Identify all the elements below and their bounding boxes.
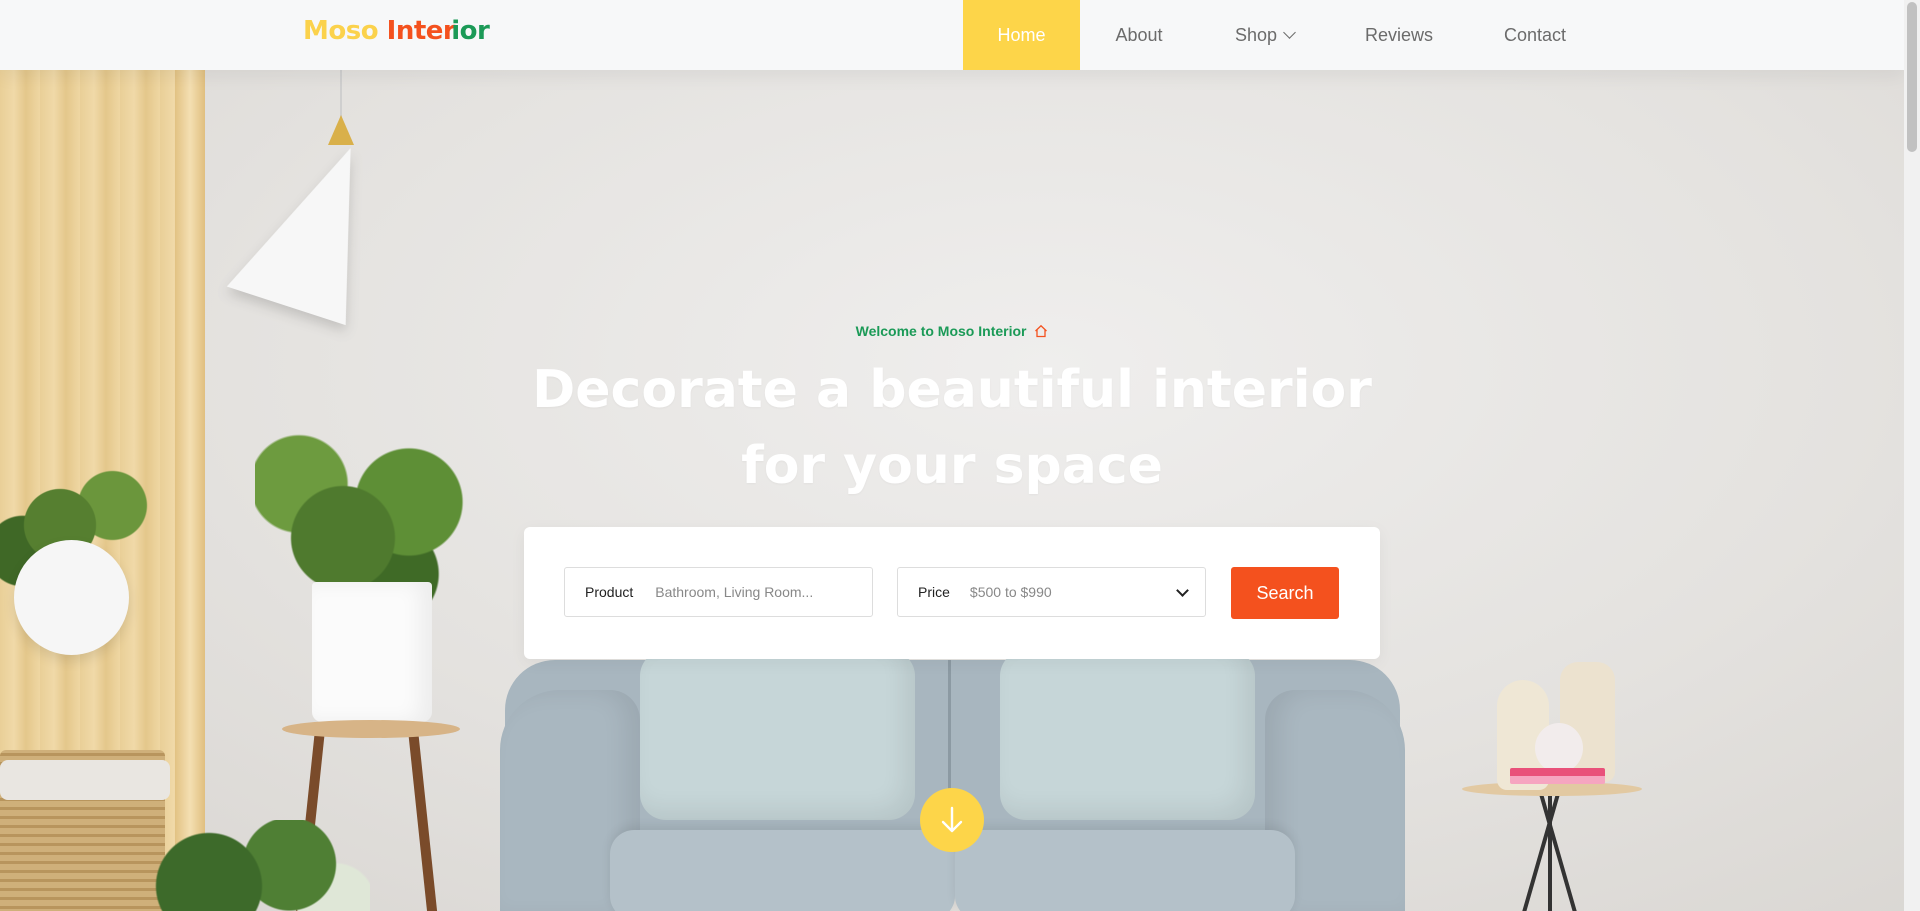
- sofa-pillow-right-image: [1000, 650, 1255, 820]
- scrollbar-thumb[interactable]: [1907, 2, 1917, 152]
- nav-about[interactable]: About: [1080, 0, 1198, 70]
- main-nav: Home About Shop Reviews Contact: [963, 0, 1603, 70]
- nav-shop[interactable]: Shop: [1198, 0, 1331, 70]
- lamp-cord-image: [340, 70, 342, 118]
- lamp-cap-image: [328, 115, 354, 145]
- price-label: Price: [918, 584, 950, 600]
- pendant-lamp-image: [226, 124, 399, 326]
- books-image: [1510, 768, 1605, 784]
- logo-word-1: Moso: [303, 16, 379, 46]
- product-field[interactable]: Product: [564, 567, 873, 617]
- welcome-text: Welcome to Moso Interior: [855, 323, 1027, 339]
- vase-image: [1535, 723, 1583, 773]
- sofa-cushion-left-image: [610, 830, 955, 911]
- product-input[interactable]: [653, 583, 828, 601]
- stool-leg-image: [408, 734, 438, 911]
- scroll-down-button[interactable]: [920, 788, 984, 852]
- product-label: Product: [585, 584, 634, 600]
- welcome-tagline: Welcome to Moso Interior: [0, 323, 1904, 339]
- nav-reviews[interactable]: Reviews: [1331, 0, 1467, 70]
- chevron-down-icon: [1283, 26, 1296, 39]
- headline-line-2: for your space: [741, 436, 1163, 496]
- nav-home[interactable]: Home: [963, 0, 1080, 70]
- sofa-cushion-right-image: [955, 830, 1295, 911]
- plant-pot-image: [312, 582, 432, 722]
- side-table-top-image: [1462, 782, 1642, 796]
- side-table-leg-image: [1514, 794, 1560, 911]
- headline-line-1: Decorate a beautiful interior: [532, 360, 1372, 420]
- nav-contact[interactable]: Contact: [1467, 0, 1603, 70]
- price-select[interactable]: Price $500 to $990: [897, 567, 1206, 617]
- logo[interactable]: Moso Interior: [303, 16, 490, 46]
- side-table-leg-image: [1548, 792, 1552, 911]
- side-table-leg-image: [1539, 794, 1585, 911]
- floor-plant-image: [140, 820, 370, 911]
- search-button[interactable]: Search: [1231, 567, 1339, 619]
- wall-planter-image: [14, 540, 129, 655]
- logo-word-2b: ior: [451, 16, 490, 46]
- home-icon: [1035, 324, 1048, 338]
- nav-shop-label: Shop: [1234, 25, 1278, 45]
- stool-top-image: [282, 720, 460, 738]
- sofa-pillow-left-image: [640, 650, 915, 820]
- chevron-down-icon: [1176, 583, 1189, 597]
- search-card: Product Price $500 to $990 Search: [524, 527, 1380, 659]
- page-scrollbar[interactable]: [1904, 0, 1920, 911]
- logo-word-2a: Inter: [386, 16, 456, 46]
- basket-liner-image: [0, 760, 170, 800]
- price-selected-value: $500 to $990: [969, 584, 1052, 600]
- hero-headline: Decorate a beautiful interior for your s…: [0, 352, 1904, 504]
- site-header: Moso Interior Home About Shop Reviews Co…: [0, 0, 1904, 70]
- arrow-down-icon: [941, 806, 963, 833]
